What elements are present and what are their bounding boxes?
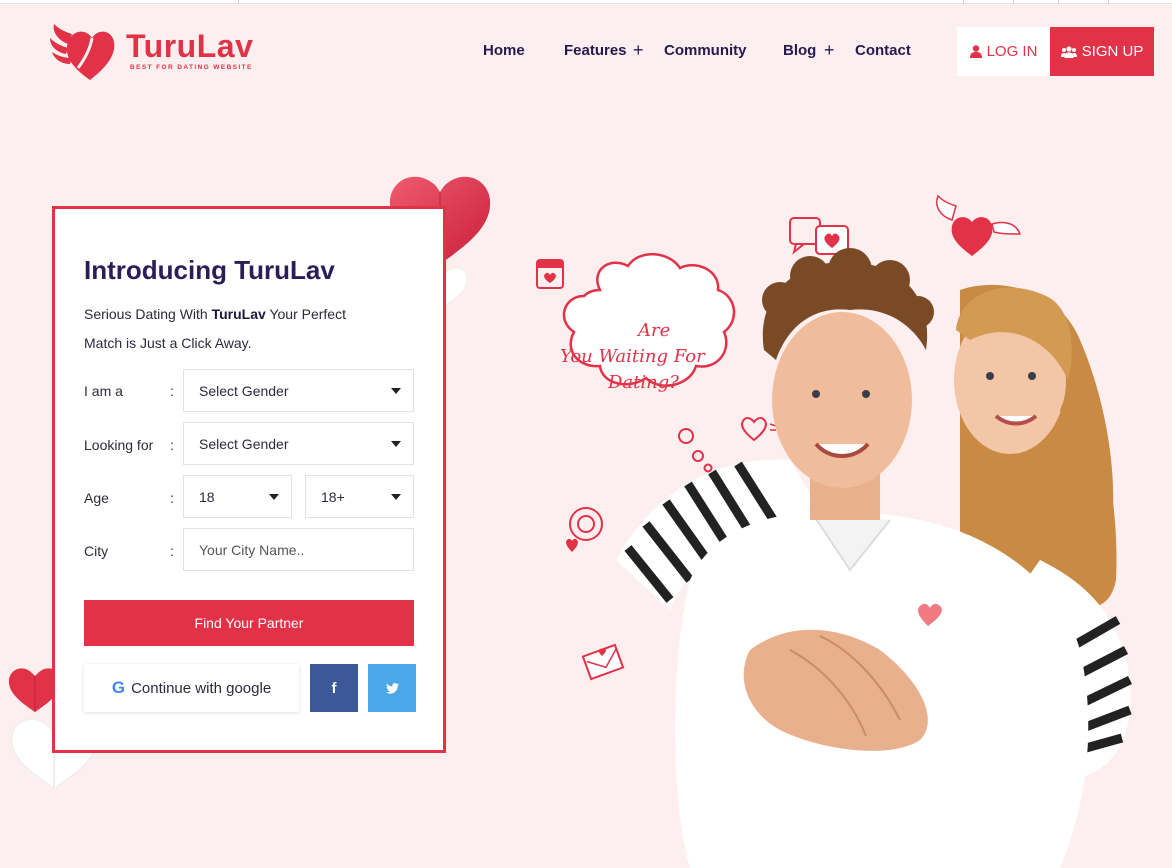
looking-select-value: Select Gender: [199, 435, 289, 452]
caret-down-icon: [269, 494, 279, 500]
colon: :: [170, 383, 174, 399]
looking-label: Looking for: [84, 437, 154, 453]
google-login-button[interactable]: G Continue with google: [84, 664, 299, 712]
colon: :: [170, 543, 174, 559]
age-to-value: 18+: [321, 488, 345, 505]
card-description: Serious Dating With TuruLav Your Perfect…: [84, 300, 384, 358]
card-title: Introducing TuruLav: [84, 255, 335, 285]
features-expand-icon[interactable]: +: [633, 40, 644, 61]
twitter-icon: [385, 682, 399, 694]
desc-prefix: Serious Dating With: [84, 306, 208, 322]
calendar-heart-icon: [536, 259, 564, 289]
blog-expand-icon[interactable]: +: [824, 40, 835, 61]
thought-cloud: Are You Waiting For Dating?: [560, 253, 736, 473]
top-divider: [1013, 0, 1014, 4]
top-border: [0, 0, 1172, 4]
find-partner-button[interactable]: Find Your Partner: [84, 600, 414, 646]
nav-community[interactable]: Community: [664, 42, 747, 62]
signup-label: SIGN UP: [1081, 43, 1144, 60]
ring-icon: [566, 507, 603, 552]
caret-down-icon: [391, 494, 401, 500]
iam-gender-select[interactable]: Select Gender: [183, 369, 414, 412]
facebook-button[interactable]: f: [310, 664, 358, 712]
twitter-button[interactable]: [368, 664, 416, 712]
heart-wings-logo-icon: [50, 24, 115, 80]
google-icon: G: [111, 678, 126, 697]
nav-features[interactable]: Features: [564, 42, 627, 62]
chat-hearts-icon: [789, 217, 849, 255]
desc-brand: TuruLav: [211, 306, 266, 322]
top-divider: [1058, 0, 1059, 4]
login-button[interactable]: LOG IN: [957, 27, 1050, 76]
age-from-select[interactable]: 18: [183, 475, 292, 518]
city-input[interactable]: [183, 528, 414, 571]
users-icon: [1060, 45, 1077, 58]
registration-card: Introducing TuruLav Serious Dating With …: [52, 206, 446, 753]
colon: :: [170, 437, 174, 453]
user-icon: [969, 45, 982, 58]
caret-down-icon: [391, 388, 401, 394]
logo[interactable]: TuruLav BEST FOR DATING WEBSITE: [50, 22, 270, 82]
nav-home[interactable]: Home: [483, 42, 525, 62]
caret-down-icon: [391, 441, 401, 447]
city-label: City: [84, 543, 109, 559]
top-divider: [1108, 0, 1109, 4]
top-divider: [963, 0, 964, 4]
iam-label: I am a: [84, 383, 123, 399]
looking-gender-select[interactable]: Select Gender: [183, 422, 414, 465]
cloud-line-2: You Waiting For: [560, 346, 706, 367]
colon: :: [170, 490, 174, 506]
iam-select-value: Select Gender: [199, 382, 289, 399]
brand-name: TuruLav: [126, 28, 254, 64]
google-label: Continue with google: [131, 679, 272, 697]
nav-blog[interactable]: Blog: [783, 42, 816, 62]
nav-contact[interactable]: Contact: [855, 42, 911, 62]
age-from-value: 18: [199, 488, 215, 505]
cloud-line-3: Dating?: [607, 372, 679, 393]
cloud-line-1: Are: [636, 320, 670, 341]
couple-illustration: Are You Waiting For Dating?: [536, 194, 1132, 868]
love-letter-icon: [581, 643, 625, 681]
brand-tagline: BEST FOR DATING WEBSITE: [130, 64, 253, 71]
top-divider: [238, 0, 239, 4]
facebook-icon: f: [331, 679, 337, 697]
signup-button[interactable]: SIGN UP: [1050, 27, 1154, 76]
age-to-select[interactable]: 18+: [305, 475, 414, 518]
heart-doodle-icon: [741, 417, 777, 442]
winged-heart-icon: [936, 194, 1022, 256]
age-label: Age: [84, 490, 109, 506]
login-label: LOG IN: [986, 43, 1038, 60]
